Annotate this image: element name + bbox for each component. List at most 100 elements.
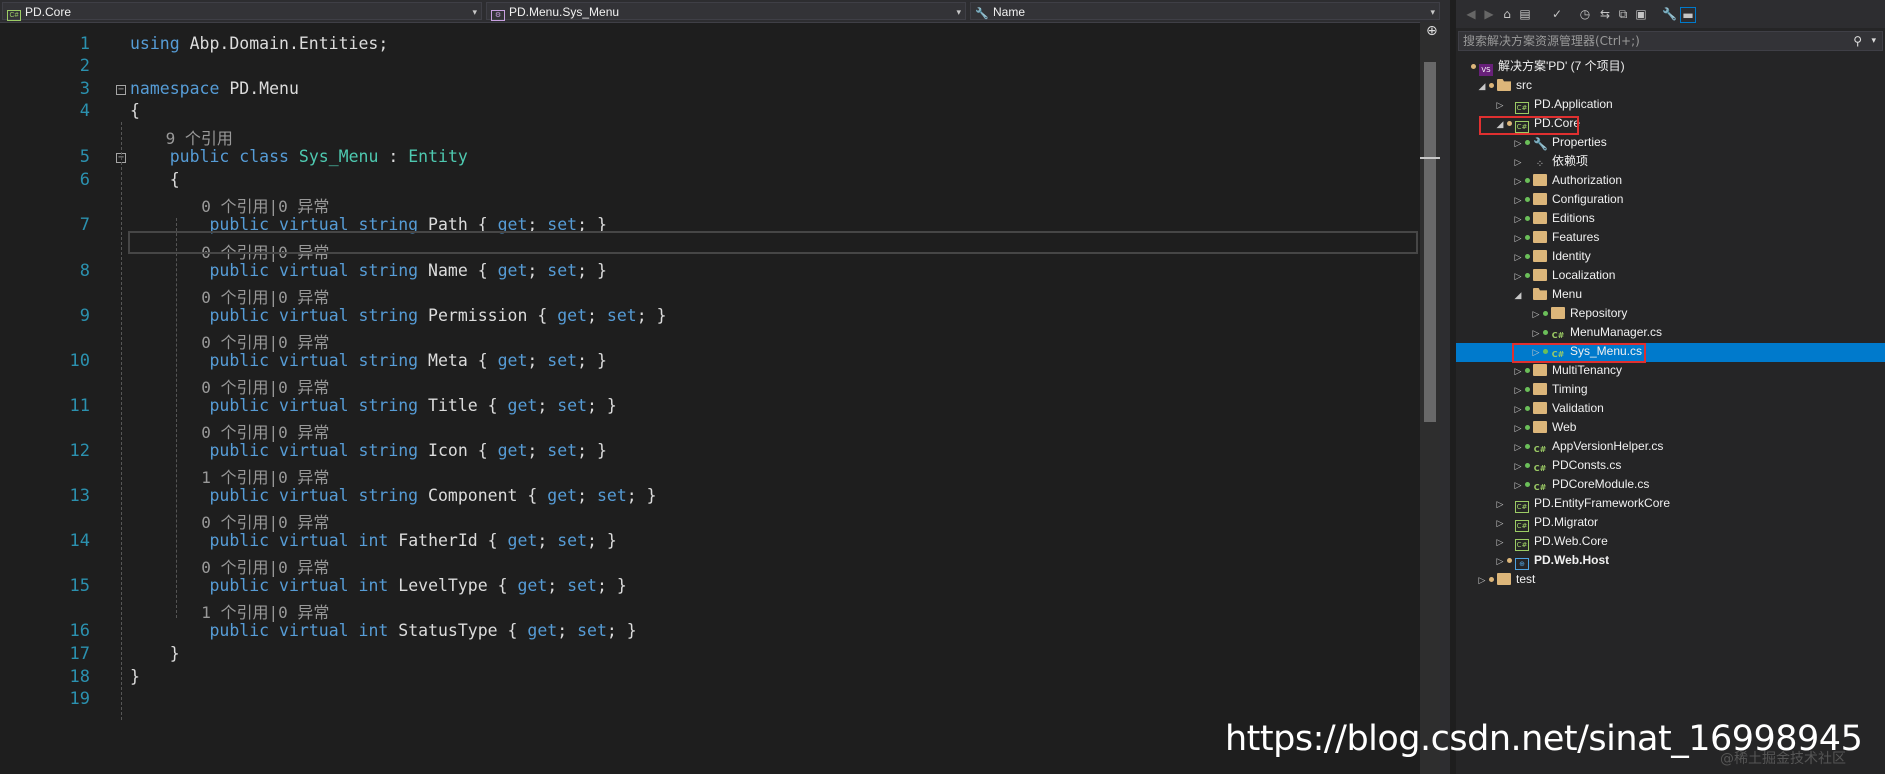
back-icon[interactable]: ◀ [1464,7,1478,21]
project-dropdown[interactable]: C# PD.Core ▾ [2,2,482,21]
namespace-fold-toggle[interactable]: − [116,85,126,95]
tree-item[interactable]: ▷ Localization [1512,266,1616,286]
code-line[interactable]: public virtual int LevelType { get; set;… [130,576,626,595]
codelens-reference-count[interactable]: 0 个引用|0 异常 [201,554,329,578]
collapsed-arrow-icon[interactable]: ▷ [1512,248,1524,267]
code-line[interactable]: public virtual int FatherId { get; set; … [130,531,616,550]
codelens-reference-count[interactable]: 0 个引用|0 异常 [201,329,329,353]
collapsed-arrow-icon[interactable]: ▷ [1530,324,1542,343]
codelens-reference-count[interactable]: 1 个引用|0 异常 [201,599,329,623]
tree-item[interactable]: ▷ C# PD.Migrator [1494,513,1598,532]
tree-item[interactable]: ▷ C# MenuManager.cs [1530,323,1663,343]
collapsed-arrow-icon[interactable]: ▷ [1512,153,1524,172]
code-line[interactable]: using Abp.Domain.Entities; [130,34,388,53]
collapsed-arrow-icon[interactable]: ▷ [1512,381,1524,400]
tree-item[interactable]: ▷ Identity [1512,247,1591,266]
codelens-reference-count[interactable]: 1 个引用|0 异常 [201,464,329,488]
properties-icon[interactable]: 🔧 [1662,7,1677,21]
code-line[interactable]: namespace PD.Menu [130,79,299,98]
tree-item[interactable]: ▷ Editions [1512,209,1595,228]
tree-item[interactable]: ▷ C# PD.Web.Core [1494,532,1608,551]
editor-vertical-scrollbar[interactable] [1420,22,1440,774]
search-icon[interactable]: ⚲ [1853,32,1862,50]
codelens-reference-count[interactable]: 0 个引用|0 异常 [201,374,329,398]
collapsed-arrow-icon[interactable]: ▷ [1512,476,1524,495]
collapsed-arrow-icon[interactable]: ▷ [1530,305,1542,324]
code-line[interactable]: public virtual string Permission { get ; … [130,306,666,325]
tree-item[interactable]: ▷ Authorization [1512,171,1623,190]
sync-icon[interactable]: ⇆ [1598,7,1612,21]
code-line[interactable]: public virtual string Component { get; s… [130,486,656,505]
collapsed-arrow-icon[interactable]: ▷ [1512,438,1524,457]
preview-selected-items-icon[interactable]: ▬ [1680,7,1696,23]
history-icon[interactable]: ◷ [1578,7,1592,21]
code-line[interactable]: public virtual string Name { get; set; } [130,261,606,280]
tree-item[interactable]: ▷ C# PDConsts.cs [1512,456,1622,476]
code-line[interactable]: public class Sys_Menu : Entity [130,147,468,166]
expanded-arrow-icon[interactable]: ◢ [1512,286,1524,305]
member-dropdown[interactable]: 🔧 Name ▾ [970,2,1440,20]
collapse-all-icon[interactable]: ⧉ [1616,7,1630,21]
pending-changes-filter-icon[interactable]: ✓ [1550,7,1564,21]
class-dropdown[interactable]: ⚙ PD.Menu.Sys_Menu ▾ [486,2,966,21]
tree-item[interactable]: ▷ test [1476,570,1536,590]
collapsed-arrow-icon[interactable]: ▷ [1512,400,1524,419]
tree-item[interactable]: ▷ C# PDCoreModule.cs [1512,475,1650,495]
collapsed-arrow-icon[interactable]: ▷ [1512,229,1524,248]
collapsed-arrow-icon[interactable]: ▷ [1494,552,1506,571]
tree-item[interactable]: ▷ Validation [1512,399,1604,418]
collapsed-arrow-icon[interactable]: ▷ [1512,210,1524,229]
tree-item[interactable]: ▷ ⁘ 依赖项 [1512,152,1588,171]
tree-item[interactable]: ▷ Features [1512,228,1600,248]
switch-views-icon[interactable]: ▤ [1518,7,1532,21]
solution-explorer-search-input[interactable]: 搜索解决方案资源管理器(Ctrl+;) ⚲ ▾ [1458,31,1883,51]
panel-splitter[interactable] [1440,0,1450,774]
tree-item[interactable]: ▷ MultiTenancy [1512,361,1623,381]
code-line[interactable]: { [130,101,140,120]
tree-item[interactable]: ◢ Menu [1512,285,1583,305]
collapsed-arrow-icon[interactable]: ▷ [1494,514,1506,533]
scrollbar-thumb[interactable] [1424,62,1436,422]
codelens-reference-count[interactable]: 9 个引用 [166,125,233,149]
tree-item[interactable]: ▷ C# AppVersionHelper.cs [1512,437,1664,457]
tree-item[interactable]: ▷ Web [1512,418,1577,438]
collapsed-arrow-icon[interactable]: ▷ [1494,96,1506,115]
tree-item[interactable]: ◢ src [1476,76,1532,95]
tree-item[interactable]: ▷ Timing [1512,380,1588,399]
code-line[interactable]: } [130,667,140,686]
codelens-reference-count[interactable]: 0 个引用|0 异常 [201,509,329,533]
tree-item[interactable]: ▷ C# PD.Application [1494,95,1613,114]
collapsed-arrow-icon[interactable]: ▷ [1512,362,1524,381]
forward-icon[interactable]: ▶ [1482,7,1496,21]
home-icon[interactable]: ⌂ [1500,7,1514,21]
collapsed-arrow-icon[interactable]: ▷ [1494,533,1506,552]
tree-item[interactable]: ▷ C# PD.EntityFrameworkCore [1494,494,1670,513]
expanded-arrow-icon[interactable]: ◢ [1476,77,1488,96]
chevron-down-icon[interactable]: ▾ [1871,32,1876,50]
codelens-reference-count[interactable]: 0 个引用|0 异常 [201,419,329,443]
collapsed-arrow-icon[interactable]: ▷ [1512,419,1524,438]
code-area[interactable]: 1 using Abp.Domain.Entities; 2 3 namespace P… [0,22,1420,774]
code-line[interactable]: public virtual string Title { get; set; … [130,396,616,415]
code-line[interactable]: public virtual string Icon { get; set; } [130,441,606,460]
tree-item[interactable]: ▷ ⊕ PD.Web.Host [1494,551,1609,570]
tree-item[interactable]: ▷ Configuration [1512,190,1624,210]
collapsed-arrow-icon[interactable]: ▷ [1512,457,1524,476]
collapsed-arrow-icon[interactable]: ▷ [1512,134,1524,153]
tree-item[interactable]: ▷ Repository [1530,304,1628,324]
collapsed-arrow-icon[interactable]: ▷ [1512,191,1524,210]
code-line[interactable]: } [130,644,180,663]
code-line[interactable]: { [130,170,180,189]
codelens-reference-count[interactable]: 0 个引用|0 异常 [201,284,329,308]
tree-item[interactable]: ▷ 🔧 Properties [1512,133,1607,152]
collapsed-arrow-icon[interactable]: ▷ [1476,571,1488,590]
code-line[interactable]: public virtual int StatusType { get; set… [130,621,636,640]
collapsed-arrow-icon[interactable]: ▷ [1494,495,1506,514]
codelens-reference-count[interactable]: 0 个引用|0 异常 [201,193,329,217]
code-line[interactable]: public virtual string Meta { get; set; } [130,351,606,370]
split-window-icon[interactable]: ⊕ [1426,24,1440,38]
show-all-files-icon[interactable]: ▣ [1634,7,1648,21]
tree-item[interactable]: VS 解决方案'PD' (7 个项目) [1458,57,1625,76]
collapsed-arrow-icon[interactable]: ▷ [1512,267,1524,286]
code-editor[interactable]: C# PD.Core ▾ ⚙ PD.Menu.Sys_Menu ▾ 🔧 Name ▾ … [0,0,1450,774]
